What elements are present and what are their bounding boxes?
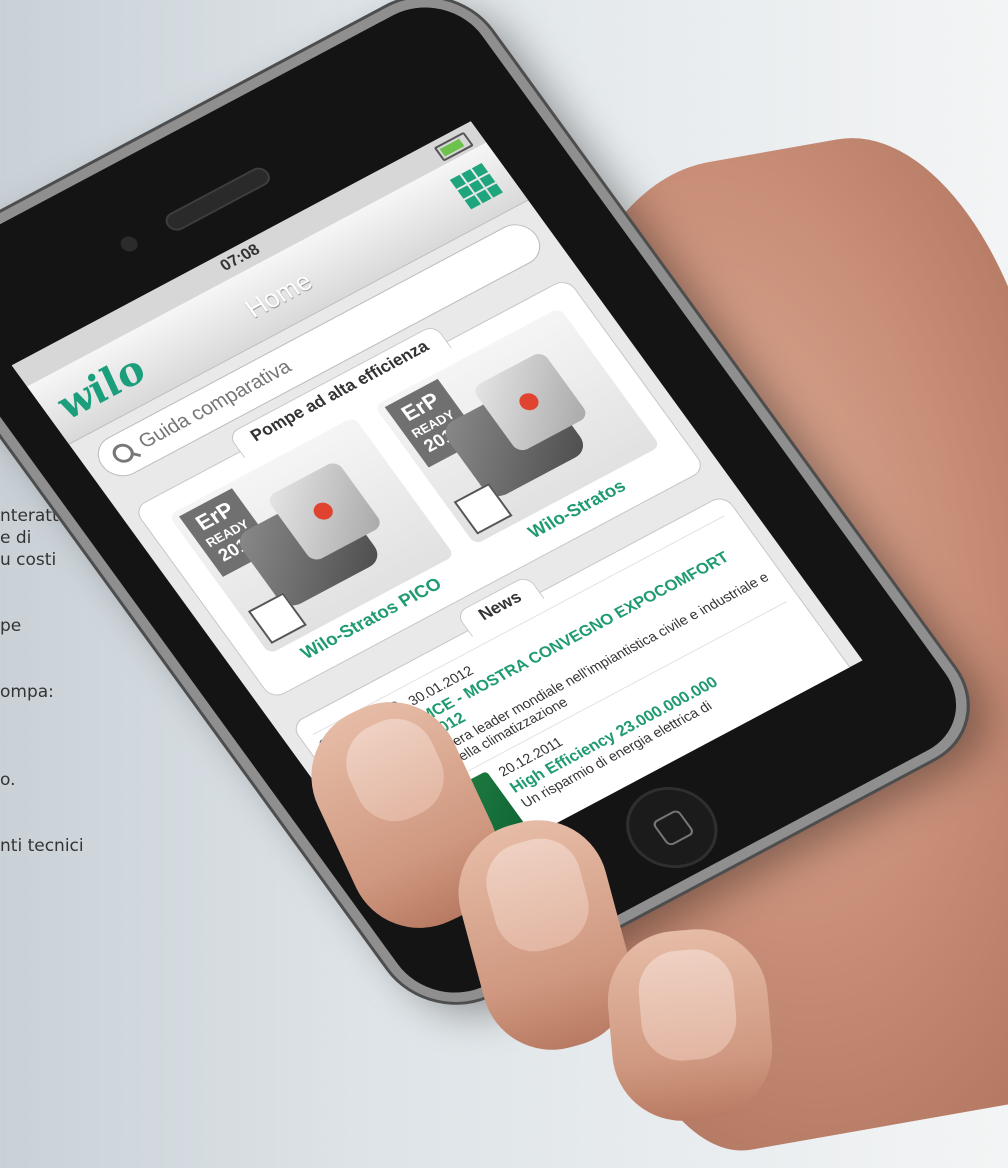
pump-button (309, 499, 337, 523)
side-text-line: o. (0, 770, 16, 790)
pump-button (515, 390, 542, 414)
side-text-line: pe (0, 616, 22, 636)
earpiece (161, 164, 274, 235)
side-text-line: e di (0, 528, 32, 548)
front-camera (117, 233, 141, 255)
home-button[interactable] (608, 772, 736, 883)
side-text-line: nti tecnici (0, 836, 84, 856)
side-text-line: u costi (0, 550, 57, 570)
search-icon (108, 440, 139, 467)
fingernail (635, 946, 740, 1064)
home-square-icon (651, 808, 696, 848)
side-text-line: ompa: (0, 682, 54, 702)
